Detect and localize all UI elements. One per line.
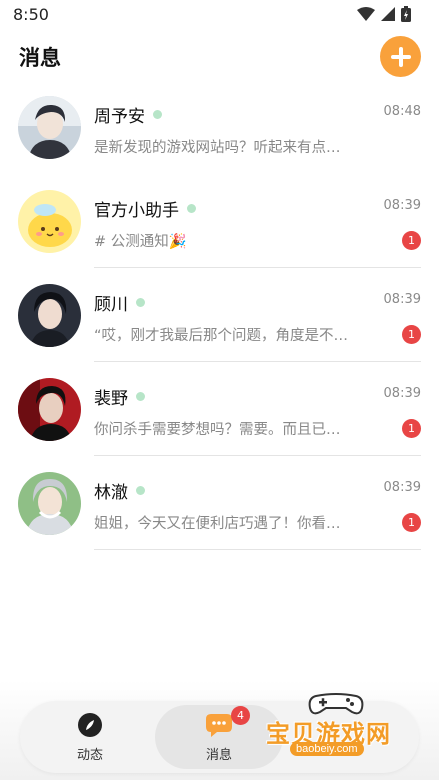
tab-label: 消息 [205,747,232,763]
messages-count-badge: 4 [231,706,250,725]
chat-bubble-icon [206,713,232,737]
tab-feed[interactable]: 动态 [50,701,130,773]
contact-name: 官方小助手 [94,196,196,221]
signal-icon [381,7,395,21]
message-preview: # 公测通知🎉 [94,234,187,250]
avatar [18,284,81,347]
avatar [18,96,81,159]
watermark: 宝贝游戏网 baobeiy.com [262,692,412,764]
tab-label: 动态 [76,747,103,763]
status-icons [357,6,411,22]
message-preview: 是新发现的游戏网站吗？听起来有点… [94,140,341,156]
message-preview: 你问杀手需要梦想吗？需要。而且已… [94,422,341,438]
avatar [18,472,81,535]
unread-badge: 1 [402,325,421,344]
conversation-item[interactable]: 周予安 08:48 是新发现的游戏网站吗？听起来有点… [0,80,439,174]
message-time: 08:39 [383,386,421,401]
conversation-item[interactable]: 顾川 08:39 “哎，刚才我最后那个问题，角度是不… 1 [0,268,439,362]
header: 消息 [0,34,439,78]
contact-name: 裴野 [94,384,145,409]
unread-badge: 1 [402,231,421,250]
divider [94,549,421,550]
message-preview: “哎，刚才我最后那个问题，角度是不… [94,328,349,344]
contact-name: 顾川 [94,290,145,315]
wifi-icon [357,7,375,21]
online-indicator [136,486,145,495]
conversation-item[interactable]: 官方小助手 08:39 # 公测通知🎉 1 [0,174,439,268]
unread-badge: 1 [402,419,421,438]
contact-name: 林澈 [94,478,145,503]
status-time: 8:50 [13,5,49,24]
contact-name: 周予安 [94,102,162,127]
plus-icon [390,46,411,67]
online-indicator [136,392,145,401]
online-indicator [136,298,145,307]
online-indicator [153,110,162,119]
avatar [18,378,81,441]
page-title: 消息 [19,46,61,70]
status-bar: 8:50 [0,0,439,30]
message-preview: 姐姐，今天又在便利店巧遇了！你看… [94,516,341,532]
message-time: 08:39 [383,292,421,307]
watermark-domain: baobeiy.com [290,742,364,756]
message-time: 08:39 [383,198,421,213]
conversation-item[interactable]: 林澈 08:39 姐姐，今天又在便利店巧遇了！你看… 1 [0,456,439,550]
avatar [18,190,81,253]
conversation-item[interactable]: 裴野 08:39 你问杀手需要梦想吗？需要。而且已… 1 [0,362,439,456]
battery-icon [401,6,411,22]
add-button[interactable] [380,36,421,77]
message-time: 08:48 [383,104,421,119]
unread-badge: 1 [402,513,421,532]
compass-icon [78,712,102,737]
online-indicator [187,204,196,213]
conversation-list: 周予安 08:48 是新发现的游戏网站吗？听起来有点… 官方小助手 08:39 … [0,80,439,550]
message-time: 08:39 [383,480,421,495]
